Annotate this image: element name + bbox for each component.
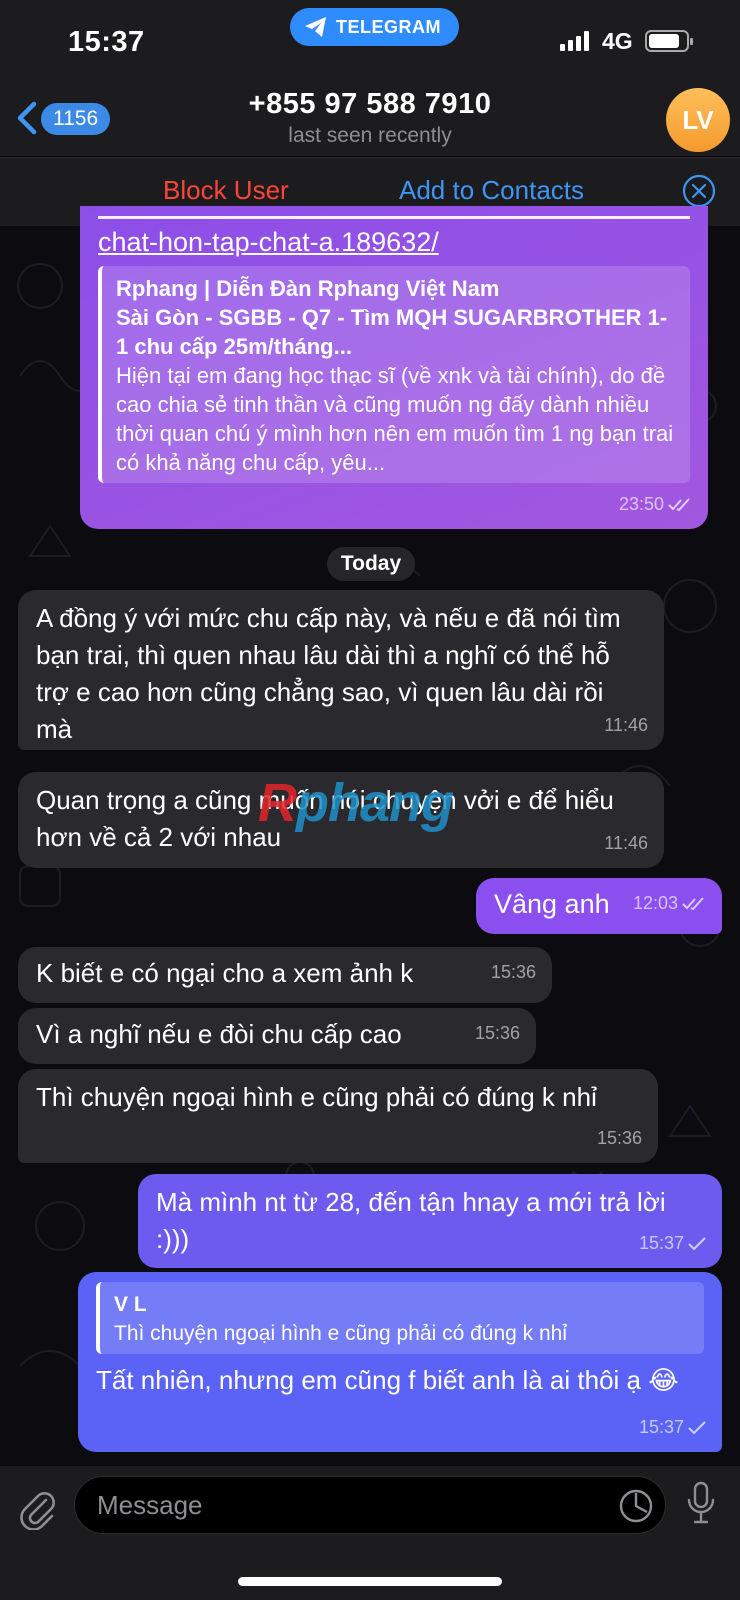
contact-name[interactable]: +855 97 588 7910 [0,88,740,121]
link-preview[interactable]: Rphang | Diễn Đàn Rphang Việt Nam Sài Gò… [98,266,690,483]
message-text: Tất nhiên, nhưng em cũng f biết anh là a… [96,1365,679,1395]
message-bubble-incoming[interactable]: Thì chuyện ngoại hình e cũng phải có đún… [18,1069,658,1163]
message-text: Quan trọng a cũng muốn nói chuyện vởi e … [36,785,614,852]
message-text: Thì chuyện ngoại hình e cũng phải có đún… [36,1082,597,1112]
message-bubble-incoming[interactable]: K biết e có ngại cho a xem ảnh k 15:36 [18,947,552,1003]
network-type: 4G [602,28,633,54]
telegram-plane-icon [305,17,326,37]
check-icon [688,1236,706,1250]
avatar[interactable]: LV [666,88,730,152]
clock: 15:37 [68,26,145,58]
message-time: 15:36 [596,1128,642,1148]
chat-header: 1156 +855 97 588 7910 last seen recently… [0,80,740,156]
telegram-label: TELEGRAM [336,16,441,37]
status-bar: 15:37 TELEGRAM 4G [0,0,740,80]
check-icon [688,1420,706,1434]
reply-text: Thì chuyện ngoại hình e cũng phải có đún… [114,1322,567,1345]
telegram-return-pill[interactable]: TELEGRAM [290,8,459,46]
message-time: 11:46 [604,833,648,853]
message-meta: 23:50 [619,486,692,523]
message-text: Mà mình nt từ 28, đến tận hnay a mới trả… [156,1187,666,1254]
message-bubble-outgoing-reply[interactable]: V L Thì chuyện ngoại hình e cũng phải có… [78,1272,722,1452]
add-to-contacts-button[interactable]: Add to Contacts [399,175,584,206]
message-text: K biết e có ngại cho a xem ảnh k [36,958,414,988]
reply-author: V L [114,1293,147,1316]
home-indicator[interactable] [238,1577,502,1586]
message-text: A đồng ý với mức chu cấp này, và nếu e đ… [36,603,621,744]
message-input-field[interactable] [74,1476,666,1534]
message-time: 15:37 [638,1233,684,1253]
message-meta: 15:36 [597,1120,642,1157]
message-text: Vì a nghĩ nếu e đòi chu cấp cao [36,1019,402,1049]
message-link[interactable]: chat-hon-tap-chat-a.189632/ [98,224,690,260]
double-check-icon [668,497,690,511]
message-time: 15:36 [474,1023,520,1043]
message-bubble-outgoing[interactable]: Mà mình nt từ 28, đến tận hnay a mới trả… [138,1174,722,1268]
block-user-button[interactable]: Block User [163,175,289,206]
last-seen-status: last seen recently [288,124,452,147]
message-bubble-incoming[interactable]: A đồng ý với mức chu cấp này, và nếu e đ… [18,590,664,750]
close-icon[interactable] [682,174,716,208]
signal-icon [560,31,589,51]
link-preview-body: Hiện tại em đang học thạc sĩ (về xnk và … [116,363,674,475]
link-preview-subtitle: Sài Gòn - SGBB - Q7 - Tìm MQH SUGARBROTH… [116,305,668,359]
message-bubble-incoming[interactable]: Vì a nghĩ nếu e đòi chu cấp cao 15:36 [18,1008,536,1064]
battery-icon [645,30,693,52]
message-bubble-outgoing[interactable]: Vâng anh 12:03 [476,878,722,934]
message-time: 15:36 [490,962,536,982]
message-meta: 15:37 [639,1225,706,1262]
message-meta: 15:36 [475,1015,520,1052]
message-meta: 12:03 [633,885,706,922]
message-meta: 11:46 [604,707,648,744]
double-check-icon [682,896,704,910]
message-meta: 15:37 [639,1409,706,1446]
attachment-paperclip-icon[interactable] [18,1486,58,1530]
message-meta: 15:36 [491,954,536,991]
sticker-clock-icon[interactable] [618,1488,654,1524]
message-bubble-outgoing-link[interactable]: chat-hon-tap-chat-a.189632/ Rphang | Diễ… [80,206,708,529]
message-input[interactable] [75,1477,665,1533]
message-time: 23:50 [618,494,664,514]
microphone-icon[interactable] [686,1480,716,1526]
message-time: 11:46 [604,715,648,735]
message-bubble-incoming[interactable]: Quan trọng a cũng muốn nói chuyện vởi e … [18,772,664,868]
date-divider: Today [327,547,415,581]
link-preview-title: Rphang | Diễn Đàn Rphang Việt Nam [116,276,500,301]
message-meta: 11:46 [604,825,648,862]
reply-quote[interactable]: V L Thì chuyện ngoại hình e cũng phải có… [96,1282,704,1354]
message-time: 12:03 [632,893,678,913]
message-time: 15:37 [638,1417,684,1437]
